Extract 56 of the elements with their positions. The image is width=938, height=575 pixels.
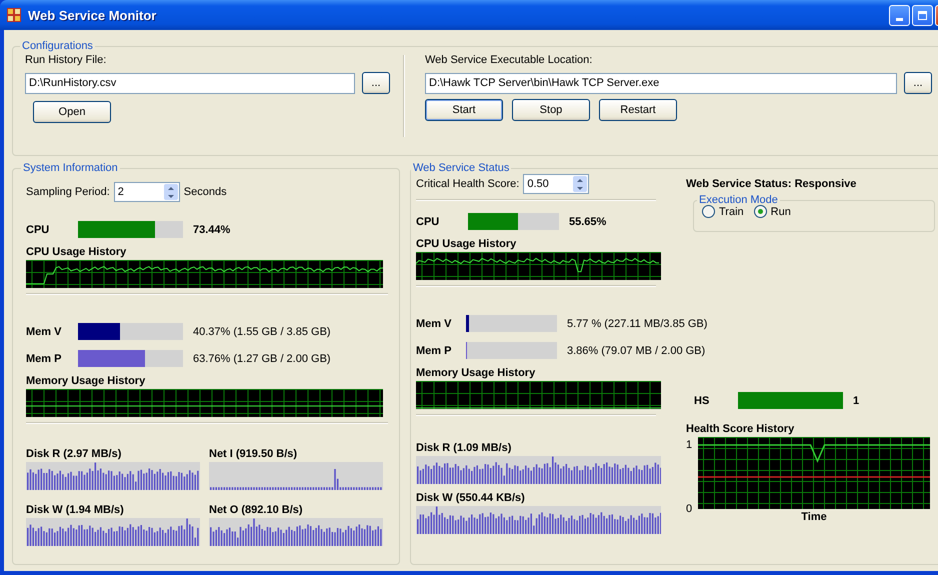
window-title: Web Service Monitor (28, 8, 156, 22)
service-button[interactable]: Start (425, 99, 503, 121)
field-label: Sampling Period: (26, 186, 110, 198)
meter-reading: 55.65% (569, 216, 606, 228)
meter-reading: 5.77 % (227.11 MB/3.85 GB) (567, 318, 708, 330)
group-title: Execution Mode (698, 194, 779, 206)
meter-label: CPU (416, 216, 440, 228)
graph-title: Disk W (550.44 KB/s) (416, 492, 525, 504)
field-label: Critical Health Score: (416, 178, 520, 190)
axis-tick-label: 1 (686, 440, 692, 450)
executable-path-field[interactable]: D:\Hawk TCP Server\bin\Hawk TCP Server.exe (425, 72, 897, 94)
meter-reading: 63.76% (1.27 GB / 2.00 GB) (193, 352, 331, 364)
graph-title: CPU Usage History (416, 238, 516, 250)
meter-reading: 1 (853, 394, 860, 406)
graph-title: Disk R (2.97 MB/s) (26, 448, 122, 460)
axis-tick-label: 0 (686, 504, 692, 514)
service-status: Web Service Status: Responsive (686, 178, 856, 190)
meter-label: Mem V (26, 326, 62, 338)
graph-title: Net O (892.10 B/s) (209, 504, 303, 516)
spin-buttons[interactable] (573, 176, 588, 192)
meter-label: HS (694, 394, 710, 406)
browse-button[interactable]: ... (904, 72, 932, 94)
meter-reading: 40.37% (1.55 GB / 3.85 GB) (193, 326, 331, 338)
axis-title: Time (801, 511, 827, 523)
service-button[interactable]: Restart (599, 99, 677, 121)
group-title: Configurations (21, 40, 94, 52)
graph-title: CPU Usage History (26, 246, 126, 258)
group-title: System Information (22, 162, 119, 174)
meter-label: Mem V (416, 318, 452, 330)
spin-buttons[interactable] (164, 184, 178, 200)
graph-title: Disk R (1.09 MB/s) (416, 442, 512, 454)
service-button[interactable]: Stop (512, 99, 590, 121)
field-label: Web Service Executable Location: (425, 54, 592, 66)
app-icon (6, 7, 22, 23)
graph-title: Disk W (1.94 MB/s) (26, 504, 124, 516)
unit-label: Seconds (184, 186, 227, 198)
meter-label: CPU (26, 224, 50, 236)
radio-label[interactable]: Train (719, 206, 744, 218)
meter-label: Mem P (26, 352, 62, 364)
field-label: Run History File: (25, 54, 106, 66)
meter-label: Mem P (416, 344, 452, 356)
graph-title: Health Score History (686, 423, 794, 435)
file-path-field[interactable]: D:\RunHistory.csv (25, 72, 355, 94)
graph-title: Net I (919.50 B/s) (209, 448, 298, 460)
browse-button[interactable]: ... (362, 72, 390, 94)
open-button[interactable]: Open (33, 101, 111, 123)
radio-button[interactable] (754, 205, 767, 218)
meter-reading: 73.44% (193, 224, 230, 236)
meter-reading: 3.86% (79.07 MB / 2.00 GB) (567, 344, 706, 356)
group-title: Web Service Status (412, 162, 510, 174)
radio-button[interactable] (702, 205, 715, 218)
graph-title: Memory Usage History (416, 367, 536, 379)
radio-label[interactable]: Run (770, 206, 791, 218)
graph-title: Memory Usage History (26, 375, 146, 387)
minimize-button[interactable] (889, 4, 910, 26)
maximize-button[interactable] (912, 4, 933, 26)
